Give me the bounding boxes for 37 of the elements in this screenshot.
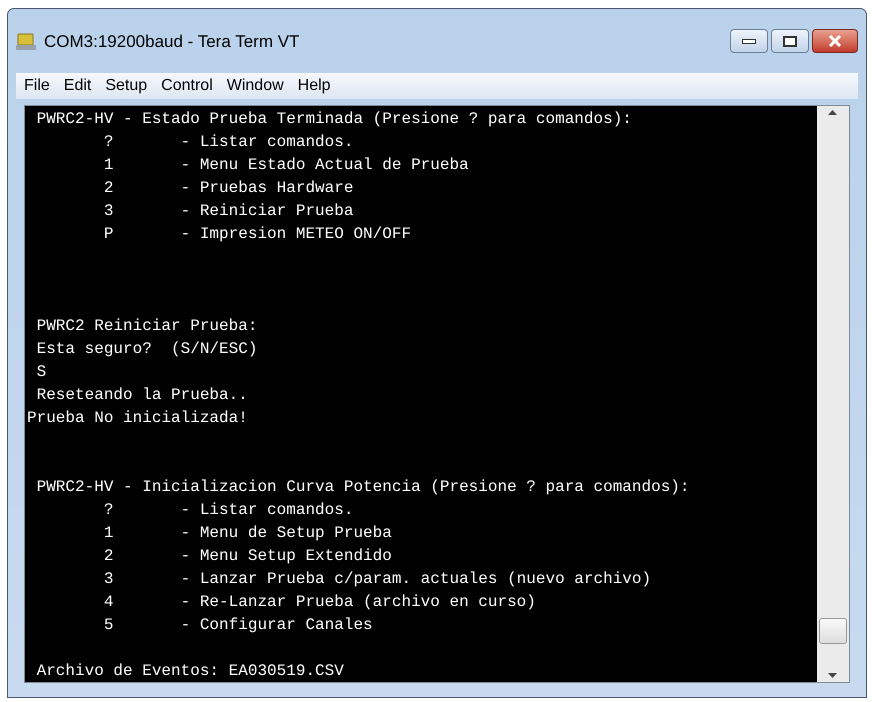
menu-item[interactable]: Window [220, 75, 290, 97]
menu-item[interactable]: Setup [99, 75, 154, 97]
terminal-line: ? - Listar comandos. [102, 500, 354, 521]
menu-item[interactable]: Help [292, 75, 337, 97]
menu-item[interactable]: File [18, 75, 56, 97]
minimize-button[interactable] [730, 29, 768, 53]
terminal-app-icon [16, 33, 36, 51]
terminal-line: 3 - Reiniciar Prueba [102, 201, 354, 222]
restore-icon [783, 36, 797, 46]
vertical-scrollbar[interactable] [816, 106, 849, 682]
terminal-line: ? - Listar comandos. [102, 132, 354, 153]
terminal-line: Archivo de Eventos: EA030519.CSV [36, 661, 344, 682]
terminal-line: 2 - Menu Setup Extendido [102, 546, 392, 567]
scrollbar-thumb[interactable] [818, 618, 847, 644]
terminal-line: S [36, 362, 46, 383]
terminal-line: Prueba No inicializada! [27, 408, 248, 429]
terminal-line: PWRC2-HV - Inicializacion Curva Potencia (Presione ? para comandos): [36, 477, 690, 498]
close-button[interactable] [812, 29, 858, 53]
minimize-icon [742, 38, 756, 44]
terminal-line: 2 - Pruebas Hardware [102, 178, 354, 199]
maximize-button[interactable] [771, 29, 809, 53]
scroll-up-arrow-icon[interactable] [828, 110, 838, 115]
close-icon [828, 35, 842, 47]
terminal-line: PWRC2 Reiniciar Prueba: [36, 316, 258, 337]
terminal-line: 1 - Menu Estado Actual de Prueba [102, 155, 469, 176]
terminal-line: P - Impresion METEO ON/OFF [102, 224, 412, 245]
menu-item[interactable]: Control [155, 75, 219, 97]
terminal-line: 3 - Lanzar Prueba c/param. actuales (nuevo archivo) [102, 569, 652, 590]
terminal-line: 5 - Configurar Canales [102, 615, 373, 636]
terminal-line: 1 - Menu de Setup Prueba [102, 523, 392, 544]
terminal-line: Esta seguro? (S/N/ESC) [36, 339, 258, 360]
menu-item[interactable]: Edit [58, 75, 98, 97]
terminal-line: 4 - Re-Lanzar Prueba (archivo en curso) [102, 592, 536, 613]
terminal-line: Reseteando la Prueba.. [36, 385, 248, 406]
window-title: COM3:19200baud - Tera Term VT [44, 31, 300, 53]
terminal-line: PWRC2-HV - Estado Prueba Terminada (Presione ? para comandos): [36, 109, 632, 130]
scroll-down-arrow-icon[interactable] [828, 673, 838, 678]
